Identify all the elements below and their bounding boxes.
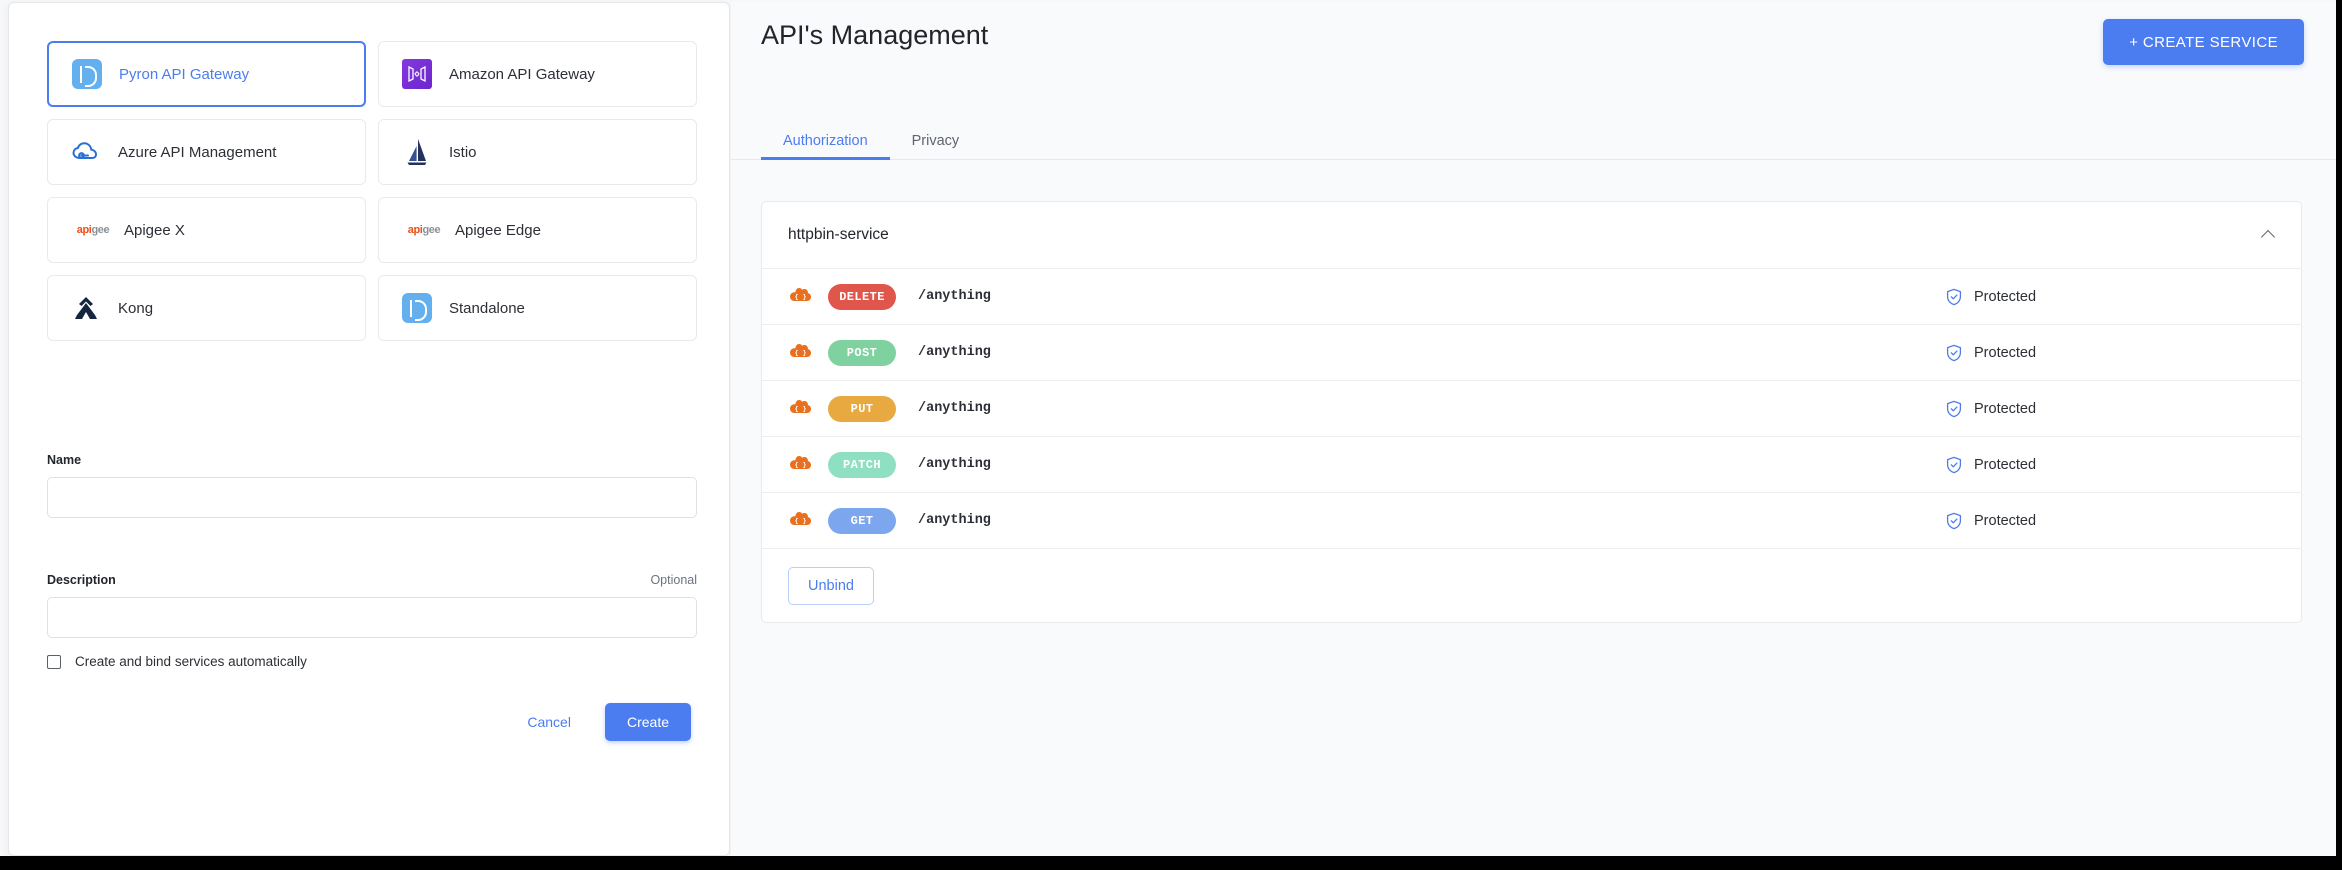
svg-text:{ }: { } [795, 405, 807, 412]
provider-card-azure-api-management[interactable]: Azure API Management [47, 119, 366, 185]
endpoint-status: Protected [1945, 512, 2275, 530]
svg-text:{ }: { } [795, 517, 807, 524]
svg-text:{ }: { } [795, 349, 807, 356]
description-field-block: Description Optional [47, 573, 697, 638]
description-field-label: Description [47, 573, 116, 587]
service-name: httpbin-service [788, 226, 889, 243]
shield-check-icon [1945, 512, 1963, 530]
provider-label: Pyron API Gateway [119, 65, 250, 83]
endpoint-path: /anything [918, 289, 991, 304]
provider-label: Apigee Edge [455, 221, 541, 239]
svg-text:{ }: { } [795, 461, 807, 468]
tab-bar: Authorization Privacy [761, 122, 981, 160]
unbind-button[interactable]: Unbind [788, 566, 874, 605]
endpoint-row[interactable]: { } POST /anything Protected [762, 324, 2301, 380]
endpoint-row[interactable]: { } DELETE /anything Protected [762, 268, 2301, 324]
auto-bind-label: Create and bind services automatically [75, 654, 307, 669]
tab-authorization[interactable]: Authorization [761, 133, 890, 160]
endpoint-status: Protected [1945, 344, 2275, 362]
provider-card-apigee-edge[interactable]: apigee Apigee Edge [378, 197, 697, 263]
provider-label: Azure API Management [118, 143, 277, 161]
kong-gorilla-logo-icon [70, 292, 102, 324]
standalone-logo-icon [401, 292, 433, 324]
json-cloud-icon: { } [788, 454, 814, 476]
create-button[interactable]: Create [604, 703, 691, 741]
endpoint-status-label: Protected [1974, 512, 2037, 529]
main-content: API's Management + CREATE SERVICE Author… [731, 2, 2336, 856]
apigee-wordmark-icon: apigee [76, 224, 110, 236]
provider-label: Istio [449, 143, 477, 161]
provider-label: Kong [118, 299, 154, 317]
create-service-dialog: Pyron API Gateway Amazon API Gateway Azu… [8, 2, 730, 856]
service-card-footer: Unbind [762, 548, 2301, 622]
auto-bind-checkbox-row[interactable]: Create and bind services automatically [47, 654, 307, 669]
endpoint-status: Protected [1945, 400, 2275, 418]
endpoint-status: Protected [1945, 288, 2275, 306]
description-input[interactable] [47, 597, 697, 638]
method-badge: PUT [828, 395, 896, 422]
description-optional-label: Optional [650, 573, 697, 587]
create-service-button[interactable]: + CREATE SERVICE [2103, 19, 2304, 65]
provider-card-apigee-x[interactable]: apigee Apigee X [47, 197, 366, 263]
window-bottom-edge [0, 856, 2342, 870]
auto-bind-checkbox[interactable] [47, 654, 61, 669]
json-cloud-icon: { } [788, 510, 814, 532]
service-card: httpbin-service { } DELETE /anything Pro… [761, 201, 2302, 623]
provider-card-standalone[interactable]: Standalone [378, 275, 697, 341]
name-field-label: Name [47, 453, 82, 467]
azure-cloud-logo-icon [70, 136, 102, 168]
shield-check-icon [1945, 456, 1963, 474]
shield-check-icon [1945, 344, 1963, 362]
endpoint-status-label: Protected [1974, 400, 2037, 417]
provider-card-pyron-api-gateway[interactable]: Pyron API Gateway [47, 41, 366, 107]
endpoint-path: /anything [918, 457, 991, 472]
amazon-api-gateway-logo-icon [401, 58, 433, 90]
pyron-logo-icon [71, 58, 103, 90]
endpoint-row[interactable]: { } PATCH /anything Protected [762, 436, 2301, 492]
dialog-actions: Cancel Create [517, 703, 691, 741]
page-title: API's Management [761, 20, 989, 50]
endpoint-status-label: Protected [1974, 288, 2037, 305]
method-badge: PATCH [828, 451, 896, 478]
provider-label: Standalone [449, 299, 525, 317]
name-input[interactable] [47, 477, 697, 518]
tab-privacy[interactable]: Privacy [890, 133, 982, 160]
apigee-wordmark-icon: apigee [407, 224, 441, 236]
provider-card-amazon-api-gateway[interactable]: Amazon API Gateway [378, 41, 697, 107]
endpoint-status-label: Protected [1974, 456, 2037, 473]
provider-card-kong[interactable]: Kong [47, 275, 366, 341]
provider-grid: Pyron API Gateway Amazon API Gateway Azu… [47, 41, 697, 341]
json-cloud-icon: { } [788, 342, 814, 364]
endpoint-path: /anything [918, 401, 991, 416]
method-badge: GET [828, 507, 896, 534]
service-card-header[interactable]: httpbin-service [762, 202, 2301, 268]
window-right-edge [2336, 0, 2342, 870]
endpoint-path: /anything [918, 345, 991, 360]
endpoint-status-label: Protected [1974, 344, 2037, 361]
name-field-block: Name [47, 453, 697, 518]
svg-text:{ }: { } [795, 293, 807, 300]
method-badge: POST [828, 339, 896, 366]
endpoint-path: /anything [918, 513, 991, 528]
cancel-button[interactable]: Cancel [517, 706, 581, 738]
json-cloud-icon: { } [788, 398, 814, 420]
method-badge: DELETE [828, 283, 896, 310]
istio-sail-logo-icon [401, 136, 433, 168]
chevron-up-icon[interactable] [2261, 227, 2277, 243]
shield-check-icon [1945, 400, 1963, 418]
shield-check-icon [1945, 288, 1963, 306]
endpoint-row[interactable]: { } PUT /anything Protected [762, 380, 2301, 436]
json-cloud-icon: { } [788, 286, 814, 308]
provider-label: Apigee X [124, 221, 185, 239]
app-screen: Pyron API Gateway Amazon API Gateway Azu… [0, 0, 2342, 870]
endpoint-row[interactable]: { } GET /anything Protected [762, 492, 2301, 548]
provider-card-istio[interactable]: Istio [378, 119, 697, 185]
provider-label: Amazon API Gateway [449, 65, 595, 83]
endpoint-status: Protected [1945, 456, 2275, 474]
